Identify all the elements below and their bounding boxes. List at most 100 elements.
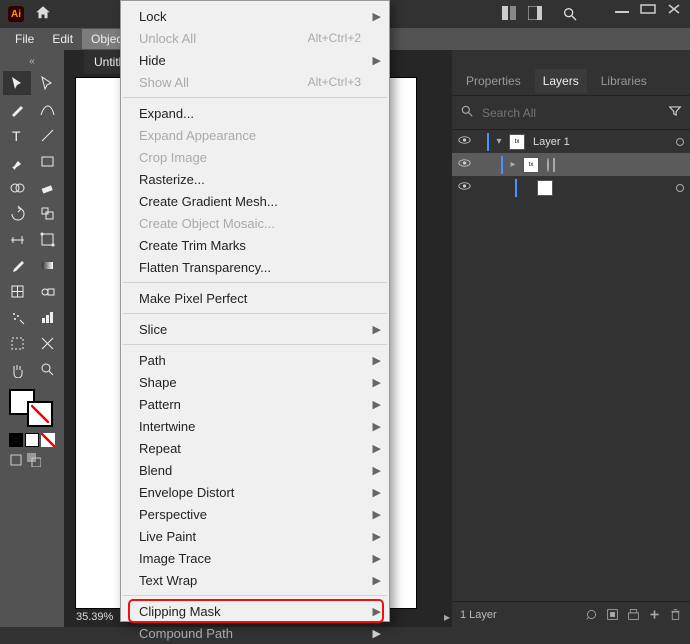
target-icon[interactable]	[676, 184, 684, 192]
close-icon[interactable]	[664, 2, 684, 16]
menu-item-blend[interactable]: Blend▶	[121, 459, 389, 481]
slice-tool[interactable]	[33, 331, 61, 355]
curvature-tool[interactable]	[33, 97, 61, 121]
menu-item-flatten-transparency[interactable]: Flatten Transparency...	[121, 256, 389, 278]
menu-item-pattern[interactable]: Pattern▶	[121, 393, 389, 415]
object-menu[interactable]: Lock▶Unlock AllAlt+Ctrl+2Hide▶Show AllAl…	[120, 0, 390, 622]
width-tool[interactable]	[3, 227, 31, 251]
draw-normal-icon[interactable]	[9, 453, 23, 467]
menu-item-hide[interactable]: Hide▶	[121, 49, 389, 71]
swatch-none[interactable]	[41, 433, 55, 447]
stroke-swatch[interactable]	[27, 401, 53, 427]
visibility-icon[interactable]	[458, 181, 471, 194]
draw-behind-icon[interactable]	[27, 453, 41, 467]
layer-thumbnail: tx	[523, 157, 539, 173]
color-swatches[interactable]	[9, 389, 55, 467]
eyedropper-tool[interactable]	[3, 253, 31, 277]
visibility-icon[interactable]	[458, 135, 471, 148]
menu-item-repeat[interactable]: Repeat▶	[121, 437, 389, 459]
panel-tab-properties[interactable]: Properties	[458, 69, 529, 93]
selection-tool[interactable]	[3, 71, 31, 95]
tools-expander-icon[interactable]: «	[0, 56, 64, 71]
hand-tool[interactable]	[3, 357, 31, 381]
selected-art-indicator	[553, 158, 555, 172]
menu-item-show-all: Show AllAlt+Ctrl+3	[121, 71, 389, 93]
swatch-white[interactable]	[25, 433, 39, 447]
new-layer-icon[interactable]	[648, 608, 661, 621]
menu-item-image-trace[interactable]: Image Trace▶	[121, 547, 389, 569]
layer-name	[547, 159, 555, 171]
visibility-icon[interactable]	[458, 158, 471, 171]
twirl-icon[interactable]: ▾	[493, 136, 505, 147]
menu-item-intertwine[interactable]: Intertwine▶	[121, 415, 389, 437]
blend-tool[interactable]	[33, 279, 61, 303]
column-graph-tool[interactable]	[33, 305, 61, 329]
gradient-tool[interactable]	[33, 253, 61, 277]
paintbrush-tool[interactable]	[3, 149, 31, 173]
zoom-level[interactable]: 35.39%	[76, 611, 113, 623]
home-icon[interactable]	[34, 4, 52, 25]
layer-thumbnail	[537, 180, 553, 196]
menu-item-create-object-mosaic: Create Object Mosaic...	[121, 212, 389, 234]
layer-thumbnail: tx	[509, 134, 525, 150]
twirl-icon[interactable]: ▸	[507, 159, 519, 170]
menu-item-perspective[interactable]: Perspective▶	[121, 503, 389, 525]
eraser-tool[interactable]	[33, 175, 61, 199]
menu-item-live-paint[interactable]: Live Paint▶	[121, 525, 389, 547]
menu-item-shape[interactable]: Shape▶	[121, 371, 389, 393]
menu-item-slice[interactable]: Slice▶	[121, 318, 389, 340]
menu-item-clipping-mask[interactable]: Clipping Mask▶	[121, 600, 389, 622]
locate-object-icon[interactable]	[585, 608, 598, 621]
shape-builder-tool[interactable]	[3, 175, 31, 199]
tools-panel: « T	[0, 50, 64, 627]
layer-row[interactable]: ▸ tx	[452, 153, 690, 176]
menu-item-text-wrap[interactable]: Text Wrap▶	[121, 569, 389, 591]
scroll-right-icon[interactable]: ▸	[444, 610, 450, 624]
maximize-icon[interactable]	[638, 2, 658, 16]
filter-icon[interactable]	[668, 104, 682, 121]
menu-item-expand[interactable]: Expand...	[121, 102, 389, 124]
panel-tab-layers[interactable]: Layers	[535, 69, 587, 93]
target-icon[interactable]	[547, 158, 549, 172]
minimize-icon[interactable]	[612, 2, 632, 16]
layer-row[interactable]	[452, 176, 690, 199]
artboard-tool[interactable]	[3, 331, 31, 355]
menu-item-path[interactable]: Path▶	[121, 349, 389, 371]
search-icon[interactable]	[562, 6, 578, 25]
free-transform-tool[interactable]	[33, 227, 61, 251]
target-icon[interactable]	[676, 138, 684, 146]
menu-item-rasterize[interactable]: Rasterize...	[121, 168, 389, 190]
menu-item-envelope-distort[interactable]: Envelope Distort▶	[121, 481, 389, 503]
scale-tool[interactable]	[33, 201, 61, 225]
menu-item-lock[interactable]: Lock▶	[121, 5, 389, 27]
layers-search-input[interactable]	[482, 106, 660, 120]
zoom-tool[interactable]	[33, 357, 61, 381]
rectangle-tool[interactable]	[33, 149, 61, 173]
search-icon	[460, 104, 474, 121]
new-sublayer-icon[interactable]	[627, 608, 640, 621]
symbol-sprayer-tool[interactable]	[3, 305, 31, 329]
pen-tool[interactable]	[3, 97, 31, 121]
swatch-black[interactable]	[9, 433, 23, 447]
menu-item-create-trim-marks[interactable]: Create Trim Marks	[121, 234, 389, 256]
menu-edit[interactable]: Edit	[43, 29, 82, 49]
line-tool[interactable]	[33, 123, 61, 147]
menu-file[interactable]: File	[6, 29, 43, 49]
mesh-tool[interactable]	[3, 279, 31, 303]
menu-item-expand-appearance: Expand Appearance	[121, 124, 389, 146]
make-clipping-mask-icon[interactable]	[606, 608, 619, 621]
delete-layer-icon[interactable]	[669, 608, 682, 621]
panel-tab-libraries[interactable]: Libraries	[593, 69, 655, 93]
menu-item-compound-path: Compound Path▶	[121, 622, 389, 644]
rotate-tool[interactable]	[3, 201, 31, 225]
type-tool[interactable]: T	[3, 123, 31, 147]
layer-count: 1 Layer	[460, 609, 497, 621]
menu-item-create-gradient-mesh[interactable]: Create Gradient Mesh...	[121, 190, 389, 212]
layers-panel-footer: 1 Layer	[452, 601, 690, 627]
app-icon: Ai	[8, 6, 24, 22]
workspace-switcher[interactable]	[502, 6, 542, 20]
direct-selection-tool[interactable]	[33, 71, 61, 95]
panel-tabs[interactable]: PropertiesLayersLibraries	[452, 66, 690, 96]
layer-row[interactable]: ▾txLayer 1	[452, 130, 690, 153]
menu-item-make-pixel-perfect[interactable]: Make Pixel Perfect	[121, 287, 389, 309]
